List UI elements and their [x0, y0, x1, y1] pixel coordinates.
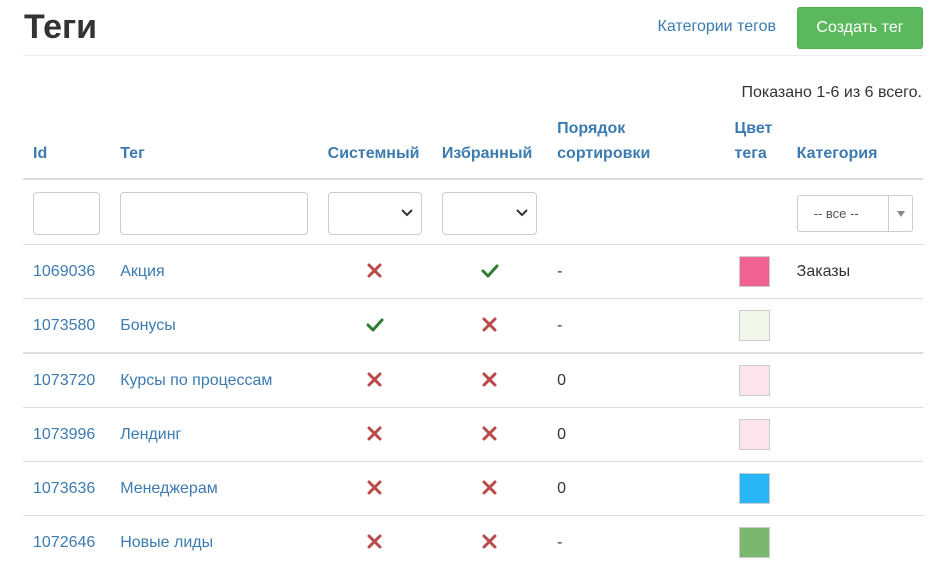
tag-name-link[interactable]: Бонусы — [120, 317, 176, 334]
favorite-filter-select[interactable] — [441, 191, 538, 235]
sort-order-cell: - — [547, 244, 725, 299]
tag-name-link[interactable]: Менеджерам — [120, 480, 218, 497]
page-title: Теги — [24, 8, 98, 46]
favorite-flag-cell — [431, 352, 548, 408]
filter-row: -- все -- — [23, 179, 923, 245]
category-cell — [786, 407, 923, 462]
chevron-down-icon — [516, 208, 528, 216]
create-tag-button[interactable]: Создать тег — [797, 7, 923, 49]
column-header-favorite[interactable]: Избранный — [431, 110, 548, 180]
table-header-row: Id Тег Системный Избранный Порядок сортир… — [23, 110, 923, 180]
system-flag-cell — [317, 515, 432, 569]
column-header-category[interactable]: Категория — [786, 110, 923, 180]
cross-icon — [367, 263, 382, 278]
id-filter-input[interactable] — [33, 191, 101, 235]
sort-order-cell: - — [547, 298, 725, 353]
tag-name-link[interactable]: Акция — [120, 263, 164, 280]
table-row: 1073996 Лендинг 0 — [23, 407, 923, 462]
tag-name-link[interactable]: Лендинг — [120, 426, 181, 443]
sort-order-cell: - — [547, 515, 725, 569]
system-flag-cell — [317, 352, 432, 408]
category-cell: Заказы — [786, 244, 923, 299]
system-flag-cell — [317, 298, 432, 353]
cross-icon — [367, 372, 382, 387]
favorite-flag-cell — [431, 515, 548, 569]
system-filter-select[interactable] — [327, 191, 422, 235]
tags-table: Id Тег Системный Избранный Порядок сортир… — [23, 110, 923, 569]
cross-icon — [367, 534, 382, 549]
table-row: 1072646 Новые лиды - — [23, 515, 923, 569]
tags-page: Теги Категории тегов Создать тег Показан… — [0, 0, 934, 581]
sort-order-cell: 0 — [547, 407, 725, 462]
sort-order-cell: 0 — [547, 461, 725, 516]
favorite-flag-cell — [431, 461, 548, 516]
cross-icon — [367, 480, 382, 495]
system-flag-cell — [317, 407, 432, 462]
table-row: 1069036 Акция - Заказы — [23, 244, 923, 299]
favorite-flag-cell — [431, 407, 548, 462]
color-swatch — [738, 527, 770, 558]
favorite-flag-cell — [431, 298, 548, 353]
favorite-flag-cell — [431, 244, 548, 299]
chevron-down-icon — [401, 208, 413, 216]
column-header-tag[interactable]: Тег — [110, 110, 318, 180]
system-flag-cell — [317, 244, 432, 299]
category-filter-select[interactable]: -- все -- — [796, 194, 913, 232]
sort-order-cell: 0 — [547, 352, 725, 408]
caret-down-icon — [896, 210, 905, 217]
category-cell — [786, 352, 923, 408]
cross-icon — [482, 372, 497, 387]
color-swatch — [738, 310, 770, 341]
system-flag-cell — [317, 461, 432, 516]
tag-name-link[interactable]: Курсы по процессам — [120, 372, 272, 389]
tag-filter-input[interactable] — [120, 191, 308, 235]
check-icon — [366, 318, 384, 332]
cross-icon — [482, 480, 497, 495]
column-header-system[interactable]: Системный — [317, 110, 432, 180]
color-swatch — [738, 256, 770, 287]
tag-id-link[interactable]: 1069036 — [33, 263, 95, 280]
tag-id-link[interactable]: 1073580 — [33, 317, 95, 334]
table-row: 1073636 Менеджерам 0 — [23, 461, 923, 516]
tag-id-link[interactable]: 1073636 — [33, 480, 95, 497]
cross-icon — [367, 426, 382, 441]
tag-id-link[interactable]: 1073996 — [33, 426, 95, 443]
tag-name-link[interactable]: Новые лиды — [120, 534, 213, 551]
category-cell — [786, 461, 923, 516]
tag-categories-link[interactable]: Категории тегов — [658, 18, 776, 36]
table-row: 1073580 Бонусы - — [23, 298, 923, 353]
tag-id-link[interactable]: 1072646 — [33, 534, 95, 551]
category-filter-value: -- все -- — [813, 205, 859, 221]
category-cell — [786, 298, 923, 353]
color-swatch — [738, 473, 770, 504]
category-cell — [786, 515, 923, 569]
cross-icon — [482, 317, 497, 332]
column-header-sort-order[interactable]: Порядок сортировки — [547, 110, 725, 180]
column-header-id[interactable]: Id — [23, 110, 111, 180]
page-header: Теги Категории тегов Создать тег — [23, 0, 923, 56]
tag-id-link[interactable]: 1073720 — [33, 372, 95, 389]
results-summary: Показано 1-6 из 6 всего. — [741, 84, 922, 101]
check-icon — [481, 264, 499, 278]
color-swatch — [738, 365, 770, 396]
column-header-color[interactable]: Цвет тега — [724, 110, 787, 180]
table-row: 1073720 Курсы по процессам 0 — [23, 352, 923, 408]
cross-icon — [482, 426, 497, 441]
color-swatch — [738, 419, 770, 450]
cross-icon — [482, 534, 497, 549]
